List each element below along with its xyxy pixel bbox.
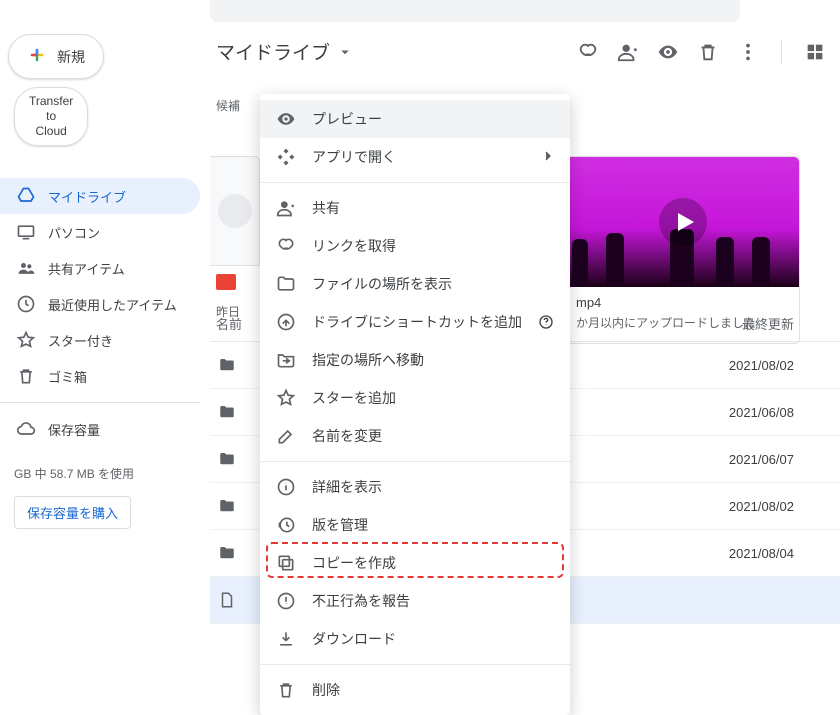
get-link-icon[interactable] (577, 41, 599, 63)
menu-show-location[interactable]: ファイルの場所を表示 (260, 265, 570, 303)
folder-icon (216, 403, 238, 421)
search-bar[interactable] (210, 0, 740, 22)
open-with-icon (276, 147, 296, 167)
sidebar-item-shared[interactable]: 共有アイテム (0, 250, 200, 286)
menu-get-link[interactable]: リンクを取得 (260, 227, 570, 265)
chevron-right-icon (540, 148, 556, 167)
sidebar-item-recent[interactable]: 最近使用したアイテム (0, 286, 200, 322)
suggestion-card-left[interactable]: 昨日 (210, 156, 260, 328)
link-icon (276, 236, 296, 256)
folder-icon (216, 544, 238, 562)
star-outline-icon (276, 388, 296, 408)
menu-open-with[interactable]: アプリで開く (260, 138, 570, 176)
menu-move-to[interactable]: 指定の場所へ移動 (260, 341, 570, 379)
folder-icon (216, 356, 238, 374)
history-icon (276, 515, 296, 535)
people-icon (16, 258, 36, 278)
file-icon (216, 591, 238, 609)
buy-storage-button[interactable]: 保存容量を購入 (14, 496, 131, 529)
delete-icon[interactable] (697, 41, 719, 63)
menu-share[interactable]: 共有 (260, 189, 570, 227)
share-icon[interactable] (617, 41, 639, 63)
image-icon (216, 274, 236, 290)
separator (781, 40, 782, 64)
page-title[interactable]: マイドライブ (216, 38, 354, 65)
person-add-icon (276, 198, 296, 218)
star-icon (16, 330, 36, 350)
new-button-label: 新規 (57, 47, 85, 67)
video-upload-info: か月以内にアップロードしました (576, 314, 789, 331)
transfer-to-cloud-button[interactable]: Transfer to Cloud (14, 87, 88, 146)
sidebar-item-starred[interactable]: スター付き (0, 322, 200, 358)
copy-icon (276, 553, 296, 573)
computer-icon (16, 222, 36, 242)
sidebar-item-my-drive[interactable]: マイドライブ (0, 178, 200, 214)
menu-remove[interactable]: 削除 (260, 671, 570, 709)
move-icon (276, 350, 296, 370)
menu-report-abuse[interactable]: 不正行為を報告 (260, 582, 570, 620)
sidebar-nav: マイドライブ パソコン 共有アイテム 最近使用したアイテム スター付き ゴミ箱 … (0, 178, 200, 447)
warning-icon (276, 591, 296, 611)
new-button[interactable]: 新規 (8, 34, 104, 79)
dropdown-icon (336, 43, 354, 61)
clock-icon (16, 294, 36, 314)
sidebar-item-trash[interactable]: ゴミ箱 (0, 358, 200, 394)
sidebar-item-storage[interactable]: 保存容量 (0, 411, 200, 447)
storage-usage: GB 中 58.7 MB を使用 (0, 465, 200, 482)
shortcut-icon (276, 312, 296, 332)
trash-icon (276, 680, 296, 700)
plus-icon (27, 45, 47, 68)
menu-add-star[interactable]: スターを追加 (260, 379, 570, 417)
menu-manage-versions[interactable]: 版を管理 (260, 506, 570, 544)
menu-add-shortcut[interactable]: ドライブにショートカットを追加 (260, 303, 570, 341)
grid-view-icon[interactable] (804, 41, 826, 63)
menu-view-details[interactable]: 詳細を表示 (260, 468, 570, 506)
cloud-icon (16, 419, 36, 439)
more-icon[interactable] (737, 41, 759, 63)
rename-icon (276, 426, 296, 446)
preview-icon[interactable] (657, 41, 679, 63)
sidebar-item-computers[interactable]: パソコン (0, 214, 200, 250)
folder-outline-icon (276, 274, 296, 294)
toolbar (577, 40, 826, 64)
card-date: 昨日 (216, 303, 254, 320)
info-icon (276, 477, 296, 497)
video-file-name: mp4 (576, 295, 789, 310)
menu-make-copy[interactable]: コピーを作成 (260, 544, 570, 582)
avatar-placeholder (218, 194, 252, 228)
download-icon (276, 629, 296, 649)
separator (0, 402, 200, 403)
sidebar: 新規 Transfer to Cloud マイドライブ パソコン 共有アイテム … (0, 30, 200, 639)
trash-icon (16, 366, 36, 386)
context-menu: プレビュー アプリで開く 共有 リンクを取得 ファイルの場所を表示 ドライブにシ… (260, 94, 570, 715)
menu-download[interactable]: ダウンロード (260, 620, 570, 658)
play-icon[interactable] (658, 197, 708, 247)
eye-icon (276, 109, 296, 129)
folder-icon (216, 450, 238, 468)
suggestion-card-video[interactable]: mp4 か月以内にアップロードしました (565, 156, 800, 344)
help-icon[interactable] (538, 314, 554, 330)
drive-icon (16, 186, 36, 206)
video-thumbnail (566, 157, 799, 287)
menu-rename[interactable]: 名前を変更 (260, 417, 570, 455)
menu-preview[interactable]: プレビュー (260, 100, 570, 138)
folder-icon (216, 497, 238, 515)
